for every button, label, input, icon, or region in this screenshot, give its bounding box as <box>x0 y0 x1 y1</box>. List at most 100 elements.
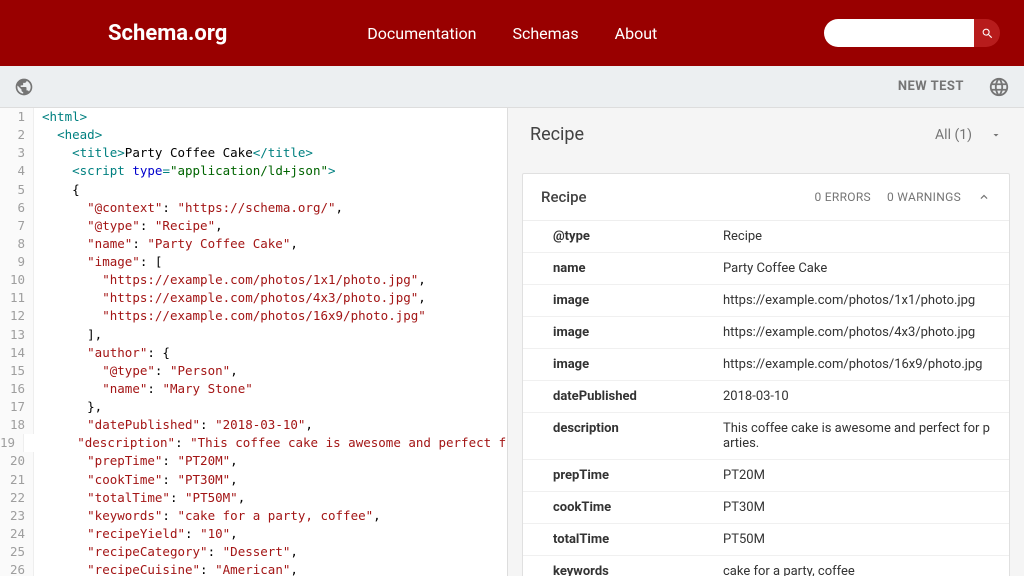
code-line[interactable]: 24 "recipeYield": "10", <box>0 525 507 543</box>
property-row[interactable]: imagehttps://example.com/photos/4x3/phot… <box>523 317 1009 349</box>
property-value: 2018-03-10 <box>723 381 1009 412</box>
new-test-button[interactable]: NEW TEST <box>898 79 964 94</box>
property-key: image <box>523 285 723 316</box>
property-row[interactable]: cookTimePT30M <box>523 492 1009 524</box>
line-number: 20 <box>0 452 34 470</box>
code-content: <html> <box>34 108 87 126</box>
property-value: This coffee cake is awesome and perfect … <box>723 413 1009 459</box>
code-line[interactable]: 12 "https://example.com/photos/16x9/phot… <box>0 307 507 325</box>
code-editor[interactable]: 1<html>2 <head>3 <title>Party Coffee Cak… <box>0 108 508 576</box>
code-line[interactable]: 10 "https://example.com/photos/1x1/photo… <box>0 271 507 289</box>
result-card-header[interactable]: Recipe 0 ERRORS 0 WARNINGS <box>523 174 1009 221</box>
search-button[interactable] <box>974 19 1000 47</box>
logo[interactable]: Schema.org <box>108 21 227 46</box>
search-wrap <box>824 19 1000 47</box>
search-icon <box>981 27 994 40</box>
property-row[interactable]: imagehttps://example.com/photos/1x1/phot… <box>523 285 1009 317</box>
property-value: cake for a party, coffee <box>723 556 1009 576</box>
code-line[interactable]: 4 <script type="application/ld+json"> <box>0 162 507 180</box>
line-number: 24 <box>0 525 34 543</box>
code-content: <script type="application/ld+json"> <box>34 162 336 180</box>
code-line[interactable]: 13 ], <box>0 326 507 344</box>
code-line[interactable]: 7 "@type": "Recipe", <box>0 217 507 235</box>
code-line[interactable]: 22 "totalTime": "PT50M", <box>0 489 507 507</box>
code-line[interactable]: 9 "image": [ <box>0 253 507 271</box>
property-row[interactable]: descriptionThis coffee cake is awesome a… <box>523 413 1009 460</box>
split-pane: 1<html>2 <head>3 <title>Party Coffee Cak… <box>0 108 1024 576</box>
code-line[interactable]: 21 "cookTime": "PT30M", <box>0 471 507 489</box>
code-line[interactable]: 5 { <box>0 181 507 199</box>
property-row[interactable]: nameParty Coffee Cake <box>523 253 1009 285</box>
code-content: "keywords": "cake for a party, coffee", <box>34 507 381 525</box>
code-line[interactable]: 17 }, <box>0 398 507 416</box>
line-number: 15 <box>0 362 34 380</box>
code-line[interactable]: 26 "recipeCuisine": "American", <box>0 561 507 576</box>
line-number: 10 <box>0 271 34 289</box>
property-key: image <box>523 349 723 380</box>
code-line[interactable]: 11 "https://example.com/photos/4x3/photo… <box>0 289 507 307</box>
line-number: 17 <box>0 398 34 416</box>
line-number: 6 <box>0 199 34 217</box>
globe-icon <box>14 77 34 97</box>
line-number: 14 <box>0 344 34 362</box>
language-icon-button[interactable] <box>988 76 1010 98</box>
code-line[interactable]: 20 "prepTime": "PT20M", <box>0 452 507 470</box>
nav-schemas[interactable]: Schemas <box>512 24 578 43</box>
code-line[interactable]: 2 <head> <box>0 126 507 144</box>
results-title: Recipe <box>530 124 584 145</box>
code-content: <title>Party Coffee Cake</title> <box>34 144 313 162</box>
property-key: datePublished <box>523 381 723 412</box>
line-number: 3 <box>0 144 34 162</box>
code-line[interactable]: 19 "description": "This coffee cake is a… <box>0 434 507 452</box>
result-card-title: Recipe <box>541 188 587 206</box>
property-row[interactable]: keywordscake for a party, coffee <box>523 556 1009 576</box>
nav-documentation[interactable]: Documentation <box>367 24 476 43</box>
public-icon-button[interactable] <box>14 77 34 97</box>
code-line[interactable]: 14 "author": { <box>0 344 507 362</box>
property-key: cookTime <box>523 492 723 523</box>
code-line[interactable]: 1<html> <box>0 108 507 126</box>
line-number: 4 <box>0 162 34 180</box>
line-number: 1 <box>0 108 34 126</box>
results-filter-dropdown[interactable]: All (1) <box>935 127 1002 143</box>
results-pane: Recipe All (1) Recipe 0 ERRORS 0 WARNING… <box>508 108 1024 576</box>
code-content: "prepTime": "PT20M", <box>34 452 238 470</box>
line-number: 26 <box>0 561 34 576</box>
code-line[interactable]: 25 "recipeCategory": "Dessert", <box>0 543 507 561</box>
code-content: "recipeYield": "10", <box>34 525 238 543</box>
nav-about[interactable]: About <box>615 24 658 43</box>
property-row[interactable]: imagehttps://example.com/photos/16x9/pho… <box>523 349 1009 381</box>
property-row[interactable]: prepTimePT20M <box>523 460 1009 492</box>
property-value: Recipe <box>723 221 1009 252</box>
property-value: https://example.com/photos/4x3/photo.jpg <box>723 317 1009 348</box>
code-line[interactable]: 8 "name": "Party Coffee Cake", <box>0 235 507 253</box>
code-content: "image": [ <box>34 253 162 271</box>
line-number: 5 <box>0 181 34 199</box>
line-number: 23 <box>0 507 34 525</box>
line-number: 13 <box>0 326 34 344</box>
line-number: 22 <box>0 489 34 507</box>
code-line[interactable]: 6 "@context": "https://schema.org/", <box>0 199 507 217</box>
code-line[interactable]: 23 "keywords": "cake for a party, coffee… <box>0 507 507 525</box>
property-row[interactable]: datePublished2018-03-10 <box>523 381 1009 413</box>
top-nav: Schema.org Documentation Schemas About <box>0 0 1024 66</box>
code-line[interactable]: 18 "datePublished": "2018-03-10", <box>0 416 507 434</box>
warning-count: 0 WARNINGS <box>887 190 961 204</box>
code-line[interactable]: 15 "@type": "Person", <box>0 362 507 380</box>
code-content: "@type": "Person", <box>34 362 238 380</box>
code-content: "cookTime": "PT30M", <box>34 471 238 489</box>
property-key: description <box>523 413 723 459</box>
code-content: "datePublished": "2018-03-10", <box>34 416 313 434</box>
line-number: 16 <box>0 380 34 398</box>
property-value: PT30M <box>723 492 1009 523</box>
code-content: "https://example.com/photos/1x1/photo.jp… <box>34 271 426 289</box>
search-input[interactable] <box>824 19 974 47</box>
property-row[interactable]: @typeRecipe <box>523 221 1009 253</box>
error-count: 0 ERRORS <box>814 190 871 204</box>
code-line[interactable]: 3 <title>Party Coffee Cake</title> <box>0 144 507 162</box>
code-line[interactable]: 16 "name": "Mary Stone" <box>0 380 507 398</box>
code-content: "@type": "Recipe", <box>34 217 223 235</box>
property-value: PT20M <box>723 460 1009 491</box>
code-content: "https://example.com/photos/4x3/photo.jp… <box>34 289 426 307</box>
property-row[interactable]: totalTimePT50M <box>523 524 1009 556</box>
